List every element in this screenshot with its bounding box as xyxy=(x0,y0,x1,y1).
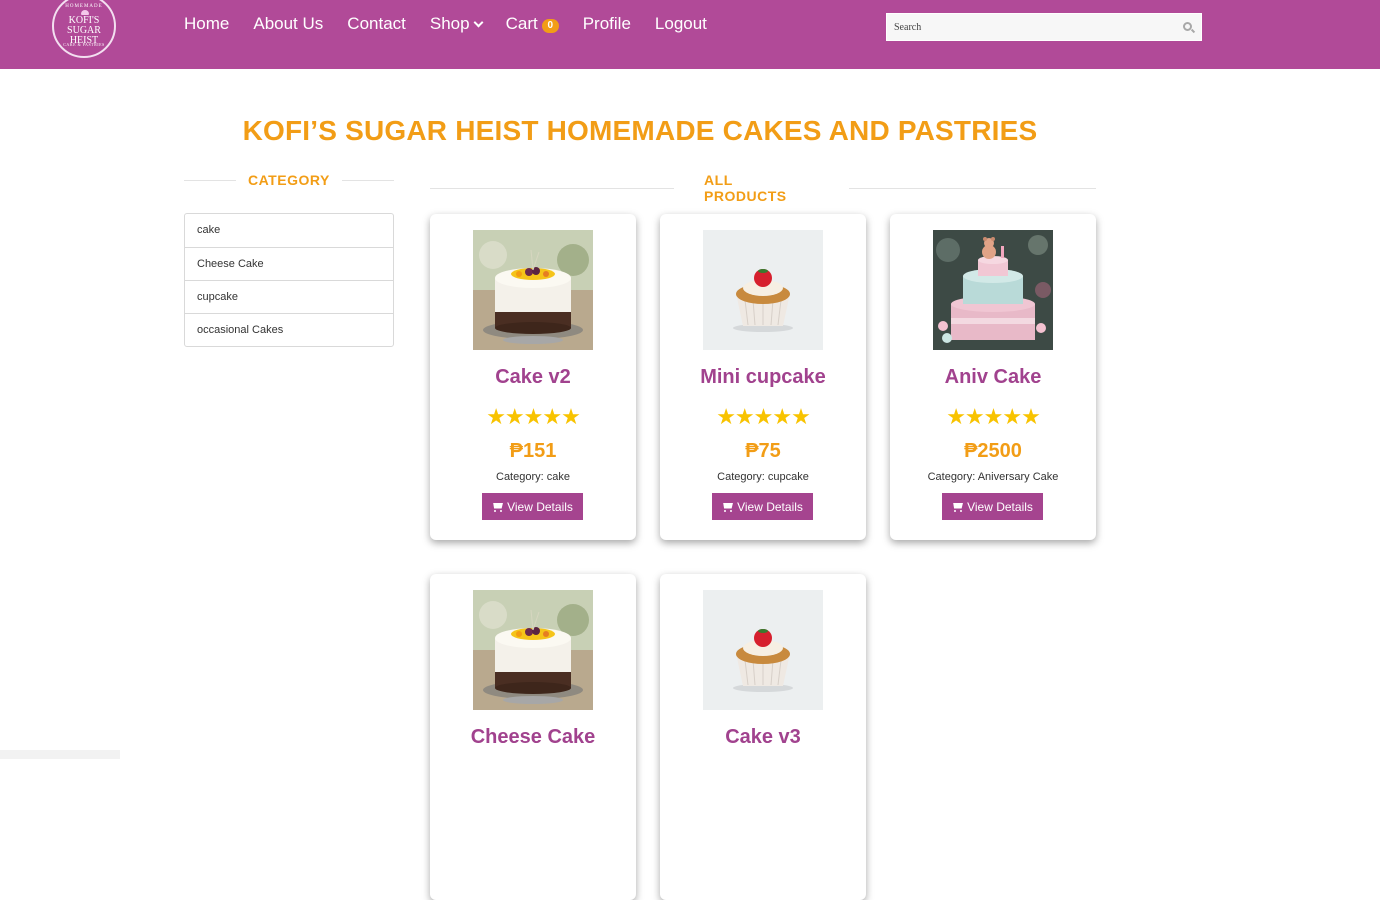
product-name[interactable]: Cake v2 xyxy=(430,366,636,389)
product-category: Category: Aniversary Cake xyxy=(927,471,1059,483)
chevron-down-icon xyxy=(473,17,484,27)
nav-profile[interactable]: Profile xyxy=(583,13,631,35)
main-nav: Home About Us Contact Shop Cart 0 Profil… xyxy=(184,13,707,35)
category-item-cupcake[interactable]: cupcake xyxy=(185,280,393,313)
view-details-label: View Details xyxy=(737,499,803,514)
product-card: Cheese Cake xyxy=(430,574,636,900)
divider xyxy=(849,187,1097,189)
divider xyxy=(184,179,236,181)
product-category: Category: cake xyxy=(496,471,570,483)
view-details-label: View Details xyxy=(507,499,573,514)
search-input[interactable] xyxy=(887,14,1177,40)
logo-top-text: HOMEMADE xyxy=(65,4,103,9)
nav-logout[interactable]: Logout xyxy=(655,13,707,35)
logo-bottom-text: CAKE & PASTRIES xyxy=(63,42,105,47)
product-price: ₱2500 xyxy=(964,440,1022,462)
nav-home[interactable]: Home xyxy=(184,13,229,35)
products-heading-text: ALL PRODUCTS xyxy=(704,172,787,204)
nav-cart[interactable]: Cart 0 xyxy=(506,13,559,35)
product-image-cupcake[interactable] xyxy=(703,230,823,350)
product-name[interactable]: Mini cupcake xyxy=(660,366,866,389)
product-name[interactable]: Aniv Cake xyxy=(890,366,1096,389)
view-details-button[interactable]: View Details xyxy=(942,493,1043,520)
shopping-cart-icon xyxy=(492,502,504,512)
view-details-button[interactable]: View Details xyxy=(712,493,813,520)
product-category: Category: cupcake xyxy=(717,471,809,483)
product-name[interactable]: Cheese Cake xyxy=(430,726,636,749)
divider xyxy=(341,179,394,181)
product-card: Cake v2 ★★★★★ ₱151 Category: cake View D… xyxy=(430,214,636,540)
rating-stars-icon: ★★★★★ xyxy=(486,404,581,429)
nav-contact[interactable]: Contact xyxy=(347,13,406,35)
product-card: Aniv Cake ★★★★★ ₱2500 Category: Aniversa… xyxy=(890,214,1096,540)
nav-cart-label: Cart xyxy=(505,14,538,33)
search-box xyxy=(886,13,1202,41)
page-title: KOFI’S SUGAR HEIST HOMEMADE CAKES AND PA… xyxy=(242,115,1038,146)
top-navbar: HOMEMADE KOFI'S SUGAR HEIST CAKE & PASTR… xyxy=(0,0,1380,69)
cart-count-badge: 0 xyxy=(541,18,559,33)
product-name[interactable]: Cake v3 xyxy=(660,726,866,749)
brand-logo[interactable]: HOMEMADE KOFI'S SUGAR HEIST CAKE & PASTR… xyxy=(52,0,116,58)
view-details-label: View Details xyxy=(967,499,1033,514)
nav-about-us[interactable]: About Us xyxy=(253,13,323,35)
category-heading: CATEGORY xyxy=(184,172,394,188)
product-image-tiered-cake[interactable] xyxy=(933,230,1053,350)
product-price: ₱151 xyxy=(509,440,557,462)
product-image-fruit-cake[interactable] xyxy=(473,590,593,710)
products-heading: ALL PRODUCTS xyxy=(430,172,1097,204)
rating-stars-icon: ★★★★★ xyxy=(716,404,811,429)
bottom-left-bar xyxy=(0,750,120,759)
nav-shop-dropdown[interactable]: Shop xyxy=(429,13,484,35)
category-heading-text: CATEGORY xyxy=(248,172,330,188)
search-icon[interactable] xyxy=(1183,22,1192,31)
shopping-cart-icon xyxy=(952,502,964,512)
view-details-button[interactable]: View Details xyxy=(482,493,583,520)
product-image-fruit-cake[interactable] xyxy=(473,230,593,350)
category-item-occasional-cakes[interactable]: occasional Cakes xyxy=(185,313,393,346)
product-image-cupcake[interactable] xyxy=(703,590,823,710)
rating-stars-icon: ★★★★★ xyxy=(946,404,1041,429)
shopping-cart-icon xyxy=(722,502,734,512)
category-item-cheese-cake[interactable]: Cheese Cake xyxy=(185,247,393,280)
product-price: ₱75 xyxy=(745,440,781,462)
product-card: Mini cupcake ★★★★★ ₱75 Category: cupcake… xyxy=(660,214,866,540)
nav-shop-label: Shop xyxy=(429,14,470,33)
divider xyxy=(430,187,675,189)
category-item-cake[interactable]: cake xyxy=(185,214,393,247)
product-card: Cake v3 xyxy=(660,574,866,900)
category-list: cake Cheese Cake cupcake occasional Cake… xyxy=(184,213,394,347)
